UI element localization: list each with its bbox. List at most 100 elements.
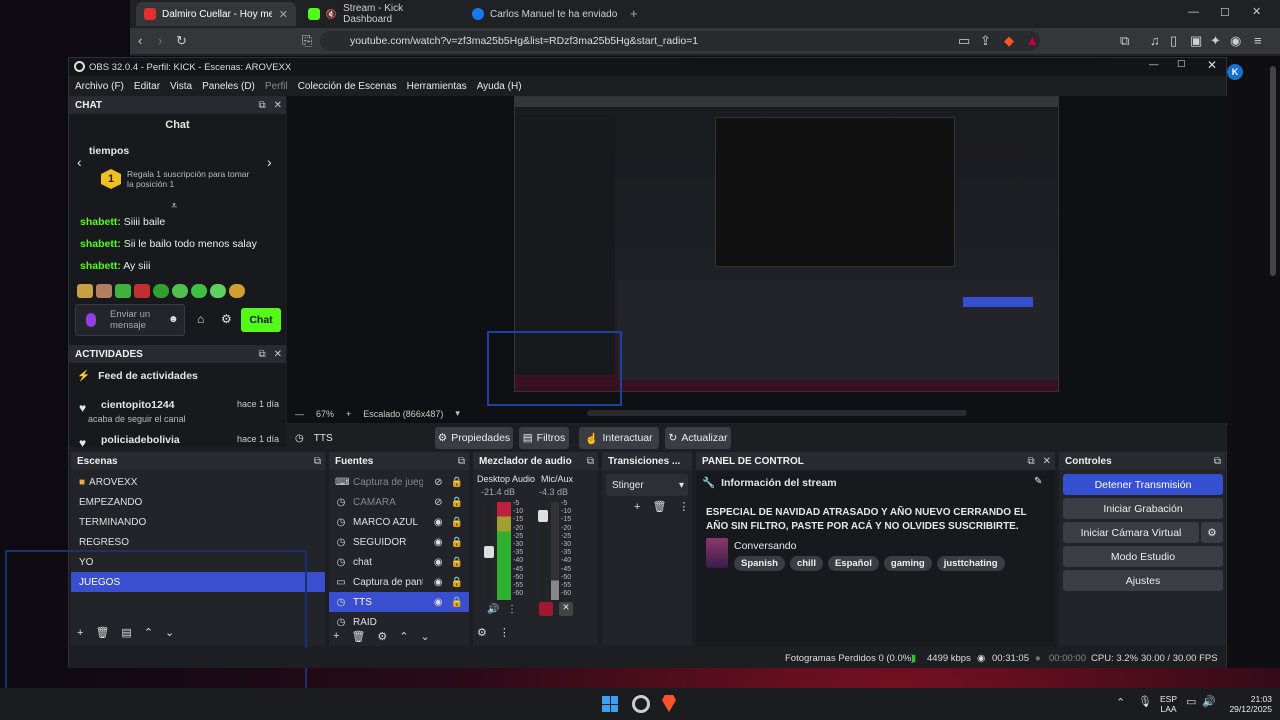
trash-icon[interactable]: 🗑 [652, 500, 666, 513]
close-icon[interactable]: ✕ [1043, 456, 1051, 467]
chevron-up-icon[interactable]: ⌃ [1116, 696, 1125, 709]
close-icon[interactable]: ✕ [274, 100, 282, 111]
chevron-left-icon[interactable]: ‹ [77, 154, 82, 170]
trash-icon[interactable]: 🗑 [95, 626, 109, 639]
eye-hidden-icon[interactable]: ⊘ [434, 497, 442, 508]
bookmark-icon[interactable]: ⎘ [302, 33, 312, 49]
profile-avatar[interactable]: K [1227, 64, 1243, 80]
close-window-icon[interactable]: ✕ [1252, 5, 1261, 18]
minimize-icon[interactable]: — [1149, 59, 1159, 70]
lock-icon[interactable]: 🔒 [451, 577, 463, 588]
start-recording-button[interactable]: Iniciar Grabación [1063, 498, 1223, 519]
obs-taskbar-icon[interactable] [632, 695, 650, 713]
emote-icon[interactable] [229, 284, 245, 298]
emote-icon[interactable] [96, 284, 112, 298]
chevron-up-icon[interactable]: ⌃ [399, 630, 408, 643]
vpn-icon[interactable]: ◉ [1230, 33, 1241, 49]
float-icon[interactable]: ⧉ [258, 349, 265, 360]
chevron-right-icon[interactable]: › [267, 154, 272, 170]
menu-editar[interactable]: Editar [134, 81, 160, 92]
float-icon[interactable]: ⧉ [258, 100, 265, 111]
windows-start-icon[interactable] [602, 696, 618, 712]
menu-archivo[interactable]: Archivo (F) [75, 81, 124, 92]
lock-icon[interactable]: 🔒 [451, 557, 463, 568]
chevron-down-icon[interactable]: ▾ [455, 408, 460, 419]
cast-icon[interactable]: ▭ [958, 33, 970, 49]
menu-coleccion[interactable]: Colección de Escenas [298, 81, 397, 92]
leo-icon[interactable]: ✦ [1210, 33, 1221, 49]
lock-icon[interactable]: 🔒 [451, 597, 463, 608]
share-icon[interactable]: ⇪ [980, 33, 991, 49]
source-item[interactable]: ▭ Captura de panta ◉ 🔒 [329, 572, 469, 592]
chat-input[interactable]: Enviar un mensaje ☻ [75, 304, 185, 336]
network-icon[interactable]: ▭ [1186, 695, 1196, 708]
source-item[interactable]: ◷ chat ◉ 🔒 [329, 552, 469, 572]
lock-icon[interactable]: 🔒 [451, 477, 463, 488]
scene-item[interactable]: EMPEZANDO [71, 492, 325, 512]
filters-button[interactable]: ▤ Filtros [519, 427, 569, 449]
forward-icon[interactable]: › [158, 33, 162, 48]
studio-mode-button[interactable]: Modo Estudio [1063, 546, 1223, 567]
minimize-icon[interactable]: — [1188, 6, 1199, 18]
transition-select[interactable]: Stinger ▾ [606, 474, 688, 496]
trash-icon[interactable]: 🗑 [351, 630, 365, 643]
float-icon[interactable]: ⧉ [1214, 456, 1221, 467]
chevron-up-icon[interactable]: ⌃ [144, 626, 153, 639]
add-icon[interactable]: + [634, 501, 640, 513]
zoom-out-icon[interactable]: — [295, 409, 304, 419]
vcam-settings-button[interactable]: ⚙ [1201, 522, 1223, 543]
filter-icon[interactable]: ▤ [121, 626, 131, 639]
scene-item[interactable]: TERMINANDO [71, 512, 325, 532]
source-item[interactable]: ◷ CAMARA ⊘ 🔒 [329, 492, 469, 512]
new-tab-icon[interactable]: + [630, 6, 638, 21]
emoji-icon[interactable]: ☻ [168, 314, 179, 325]
emote-icon[interactable] [172, 284, 188, 298]
wallet-icon[interactable]: ▣ [1190, 33, 1202, 49]
maximize-icon[interactable]: ☐ [1220, 6, 1230, 19]
float-icon[interactable]: ⧉ [458, 456, 465, 467]
add-icon[interactable]: + [77, 627, 83, 639]
kebab-icon[interactable]: ⋮ [499, 626, 510, 639]
preview-area[interactable]: — 67% + Escalado (866x487) ▾ [287, 96, 1227, 423]
rewards-icon[interactable]: ▲ [1026, 33, 1039, 48]
emote-icon[interactable] [134, 284, 150, 298]
zoom-in-icon[interactable]: + [346, 409, 351, 419]
scrollbar[interactable] [1270, 66, 1276, 276]
mic-muted-icon[interactable]: ✕ [559, 602, 573, 616]
interact-button[interactable]: ☝ Interactuar [579, 427, 659, 449]
close-icon[interactable]: ✕ [274, 349, 282, 360]
scene-item[interactable]: ■ AROVEXX [71, 472, 325, 492]
eye-icon[interactable]: ◉ [434, 557, 443, 568]
float-icon[interactable]: ⧉ [587, 456, 594, 467]
source-item-selected[interactable]: ◷ TTS ◉ 🔒 [329, 592, 469, 612]
source-item[interactable]: ◷ SEGUIDOR ◉ 🔒 [329, 532, 469, 552]
scene-item[interactable]: REGRESO [71, 532, 325, 552]
brave-taskbar-icon[interactable] [662, 695, 676, 712]
emote-icon[interactable] [153, 284, 169, 298]
menu-icon[interactable]: ≡ [1254, 33, 1262, 48]
eye-icon[interactable]: ◉ [434, 597, 443, 608]
stop-stream-button[interactable]: Detener Transmisión [1063, 474, 1223, 495]
lock-icon[interactable]: 🔒 [451, 537, 463, 548]
chevron-down-icon[interactable]: ⌄ [165, 626, 174, 639]
emote-icon[interactable] [191, 284, 207, 298]
chat-user[interactable]: shabett: [80, 260, 121, 272]
scene-item[interactable]: YO [71, 552, 325, 572]
start-virtual-camera-button[interactable]: Iniciar Cámara Virtual [1063, 522, 1199, 543]
close-icon[interactable]: ✕ [1207, 58, 1217, 72]
volume-slider-handle[interactable] [484, 546, 494, 558]
eye-hidden-icon[interactable]: ⊘ [434, 477, 442, 488]
extensions-icon[interactable]: ⧉ [1120, 33, 1129, 49]
gear-icon[interactable]: ⚙ [377, 630, 387, 643]
tab-facebook[interactable]: Carlos Manuel te ha enviado un men [464, 2, 644, 26]
mic-icon[interactable]: 🎙 [1138, 695, 1152, 708]
menu-vista[interactable]: Vista [170, 81, 192, 92]
menu-herramientas[interactable]: Herramientas [407, 81, 467, 92]
maximize-icon[interactable]: ☐ [1177, 59, 1186, 70]
tab-youtube[interactable]: Dalmiro Cuellar - Hoy me ire ✕ [136, 2, 296, 26]
settings-button[interactable]: Ajustes [1063, 570, 1223, 591]
eye-icon[interactable]: ◉ [434, 537, 443, 548]
edit-icon[interactable]: ✎ [1034, 476, 1042, 487]
muted-speaker-icon[interactable] [539, 602, 553, 616]
lock-icon[interactable]: 🔒 [451, 497, 463, 508]
